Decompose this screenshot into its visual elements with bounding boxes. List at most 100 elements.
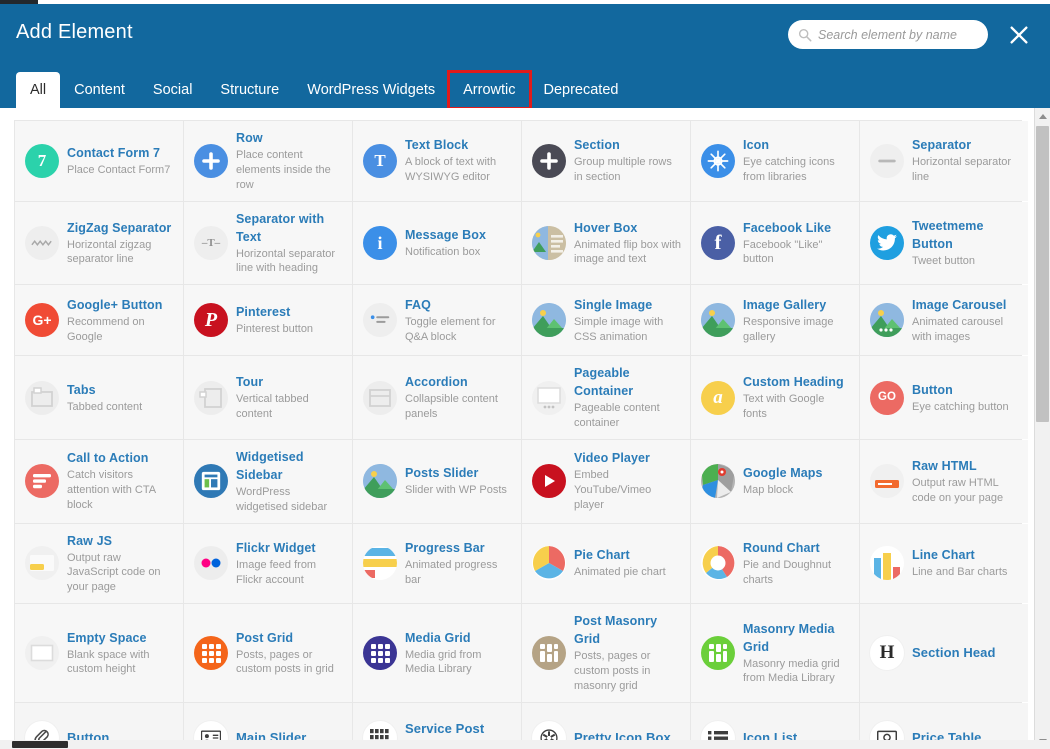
element-card[interactable]: Row Place content elements inside the row (184, 121, 352, 201)
element-name: Google Maps (743, 466, 823, 481)
element-card[interactable]: Tour Vertical tabbed content (184, 356, 352, 439)
element-card[interactable]: Pie Chart Animated pie chart (522, 523, 690, 604)
element-card[interactable]: f Facebook Like Facebook "Like" button (691, 201, 859, 285)
progress-bar-icon (363, 546, 397, 581)
raw-html-icon (870, 464, 904, 499)
element-card[interactable]: Widgetised Sidebar WordPress widgetised s… (184, 439, 352, 523)
element-card[interactable]: Tweetmeme Button Tweet button (860, 201, 1028, 285)
element-name: Google+ Button (67, 297, 163, 312)
element-card[interactable]: Pageable Container Pageable content conta… (522, 356, 690, 439)
tab-arrowtic[interactable]: Arrowtic (447, 70, 532, 110)
element-card-text: Facebook Like Facebook "Like" button (743, 219, 851, 268)
element-card[interactable]: Image Gallery Responsive image gallery (691, 285, 859, 356)
tab-content[interactable]: Content (60, 72, 139, 108)
element-card[interactable]: Tabs Tabbed content (15, 356, 183, 439)
element-card-text: Progress Bar Animated progress bar (405, 539, 513, 588)
element-card-text: Button Eye catching button (912, 381, 1020, 415)
tab-label: Arrowtic (463, 82, 516, 98)
element-card[interactable]: a Custom Heading Text with Google fonts (691, 356, 859, 439)
element-card[interactable]: –T– Separator with Text Horizontal separat… (184, 201, 352, 285)
element-card[interactable]: Icon Eye catching icons from libraries (691, 121, 859, 201)
element-card-text: Accordion Collapsible content panels (405, 373, 513, 422)
element-card[interactable]: Section Group multiple rows in section (522, 121, 690, 201)
element-name: ZigZag Separator (67, 220, 172, 235)
element-card[interactable]: Accordion Collapsible content panels (353, 356, 521, 439)
element-card[interactable]: Separator Horizontal separator line (860, 121, 1028, 201)
element-card[interactable]: Google Maps Map block (691, 439, 859, 523)
element-card[interactable]: Progress Bar Animated progress bar (353, 523, 521, 604)
chevron-up-icon (1038, 113, 1047, 119)
element-card-text: Message Box Notification box (405, 226, 513, 260)
tab-social[interactable]: Social (139, 72, 207, 108)
scroll-up-button[interactable] (1035, 108, 1050, 124)
element-card[interactable]: Raw HTML Output raw HTML code on your pag… (860, 439, 1028, 523)
element-card-text: Row Place content elements inside the row (236, 129, 344, 193)
separator-icon (870, 143, 904, 178)
element-card[interactable]: P Pinterest Pinterest button (184, 285, 352, 356)
element-description: Text with Google fonts (743, 393, 825, 421)
element-card[interactable]: Hover Box Animated flip box with image an… (522, 201, 690, 285)
element-card[interactable]: G+ Google+ Button Recommend on Google (15, 285, 183, 356)
element-card[interactable]: Image Carousel Animated carousel with ima… (860, 285, 1028, 356)
element-description: Posts, pages or custom posts in masonry … (574, 650, 651, 692)
element-description: Simple image with CSS animation (574, 315, 664, 343)
element-card[interactable]: Round Chart Pie and Doughnut charts (691, 523, 859, 604)
element-card[interactable]: H Section Head (860, 604, 1028, 702)
search-box[interactable] (788, 20, 988, 49)
element-card[interactable]: Posts Slider Slider with WP Posts (353, 439, 521, 523)
element-card[interactable]: Flickr Widget Image feed from Flickr acco… (184, 523, 352, 604)
horizontal-scrollbar[interactable] (0, 740, 1050, 749)
tab-deprecated[interactable]: Deprecated (530, 72, 633, 108)
element-card-text: Section Head (912, 644, 1020, 662)
element-name: Single Image (574, 297, 653, 312)
element-card[interactable]: Empty Space Blank space with custom heigh… (15, 604, 183, 702)
element-card-text: Media Grid Media grid from Media Library (405, 629, 513, 678)
element-card[interactable]: Masonry Media Grid Masonry media grid fro… (691, 604, 859, 702)
element-description: Horizontal zigzag separator line (67, 238, 152, 266)
element-card[interactable]: i Message Box Notification box (353, 201, 521, 285)
element-description: Tabbed content (67, 400, 143, 413)
pie-chart-icon (532, 546, 566, 581)
horizontal-scrollbar-thumb[interactable] (12, 741, 68, 748)
line-chart-icon (870, 546, 904, 581)
element-name: Posts Slider (405, 466, 479, 481)
element-card[interactable]: Line Chart Line and Bar charts (860, 523, 1028, 604)
element-description: Place Contact Form7 (67, 163, 171, 176)
element-card-text: Google+ Button Recommend on Google (67, 296, 175, 345)
element-card-text: Widgetised Sidebar WordPress widgetised s… (236, 448, 344, 515)
element-card-text: Pageable Container Pageable content conta… (574, 364, 682, 431)
element-card[interactable]: Post Grid Posts, pages or custom posts in… (184, 604, 352, 702)
element-card[interactable]: ZigZag Separator Horizontal zigzag separa… (15, 201, 183, 285)
search-input[interactable] (818, 23, 978, 46)
element-card[interactable]: Video Player Embed YouTube/Vimeo player (522, 439, 690, 523)
element-card[interactable]: Raw JS Output raw JavaScript code on your… (15, 523, 183, 604)
tab-structure[interactable]: Structure (206, 72, 293, 108)
vertical-scrollbar-thumb[interactable] (1036, 126, 1049, 422)
element-description: Posts, pages or custom posts in grid (236, 648, 334, 676)
element-card[interactable]: Media Grid Media grid from Media Library (353, 604, 521, 702)
tab-wordpress-widgets[interactable]: WordPress Widgets (293, 72, 449, 108)
element-card[interactable]: Single Image Simple image with CSS animat… (522, 285, 690, 356)
element-card-text: Image Carousel Animated carousel with ima… (912, 296, 1020, 345)
element-card[interactable]: Call to Action Catch visitors attention w… (15, 439, 183, 523)
element-name: Text Block (405, 138, 469, 153)
element-name: Button (912, 382, 953, 397)
element-description: Animated carousel with images (912, 315, 1004, 343)
element-card[interactable]: FAQ Toggle element for Q&A block (353, 285, 521, 356)
vertical-scrollbar[interactable] (1034, 108, 1050, 749)
tab-all[interactable]: All (16, 72, 61, 108)
google-maps-icon (701, 464, 735, 499)
close-icon (1010, 26, 1028, 44)
element-list-panel: 7 Contact Form 7 Place Contact Form7 Row Pla… (0, 108, 1050, 749)
element-description: Toggle element for Q&A block (405, 315, 496, 343)
element-card[interactable]: Post Masonry Grid Posts, pages or custom … (522, 604, 690, 702)
element-card[interactable]: 7 Contact Form 7 Place Contact Form7 (15, 121, 183, 201)
element-card[interactable]: GO Button Eye catching button (860, 356, 1028, 439)
close-button[interactable] (1004, 20, 1034, 50)
element-card-text: Post Grid Posts, pages or custom posts in… (236, 629, 344, 678)
element-card-text: Post Masonry Grid Posts, pages or custom … (574, 612, 682, 694)
element-card[interactable]: T Text Block A block of text with WYSIWYG … (353, 121, 521, 201)
page-title: Add Element (16, 21, 133, 43)
element-card-text: Round Chart Pie and Doughnut charts (743, 539, 851, 588)
element-name: Facebook Like (743, 220, 832, 235)
